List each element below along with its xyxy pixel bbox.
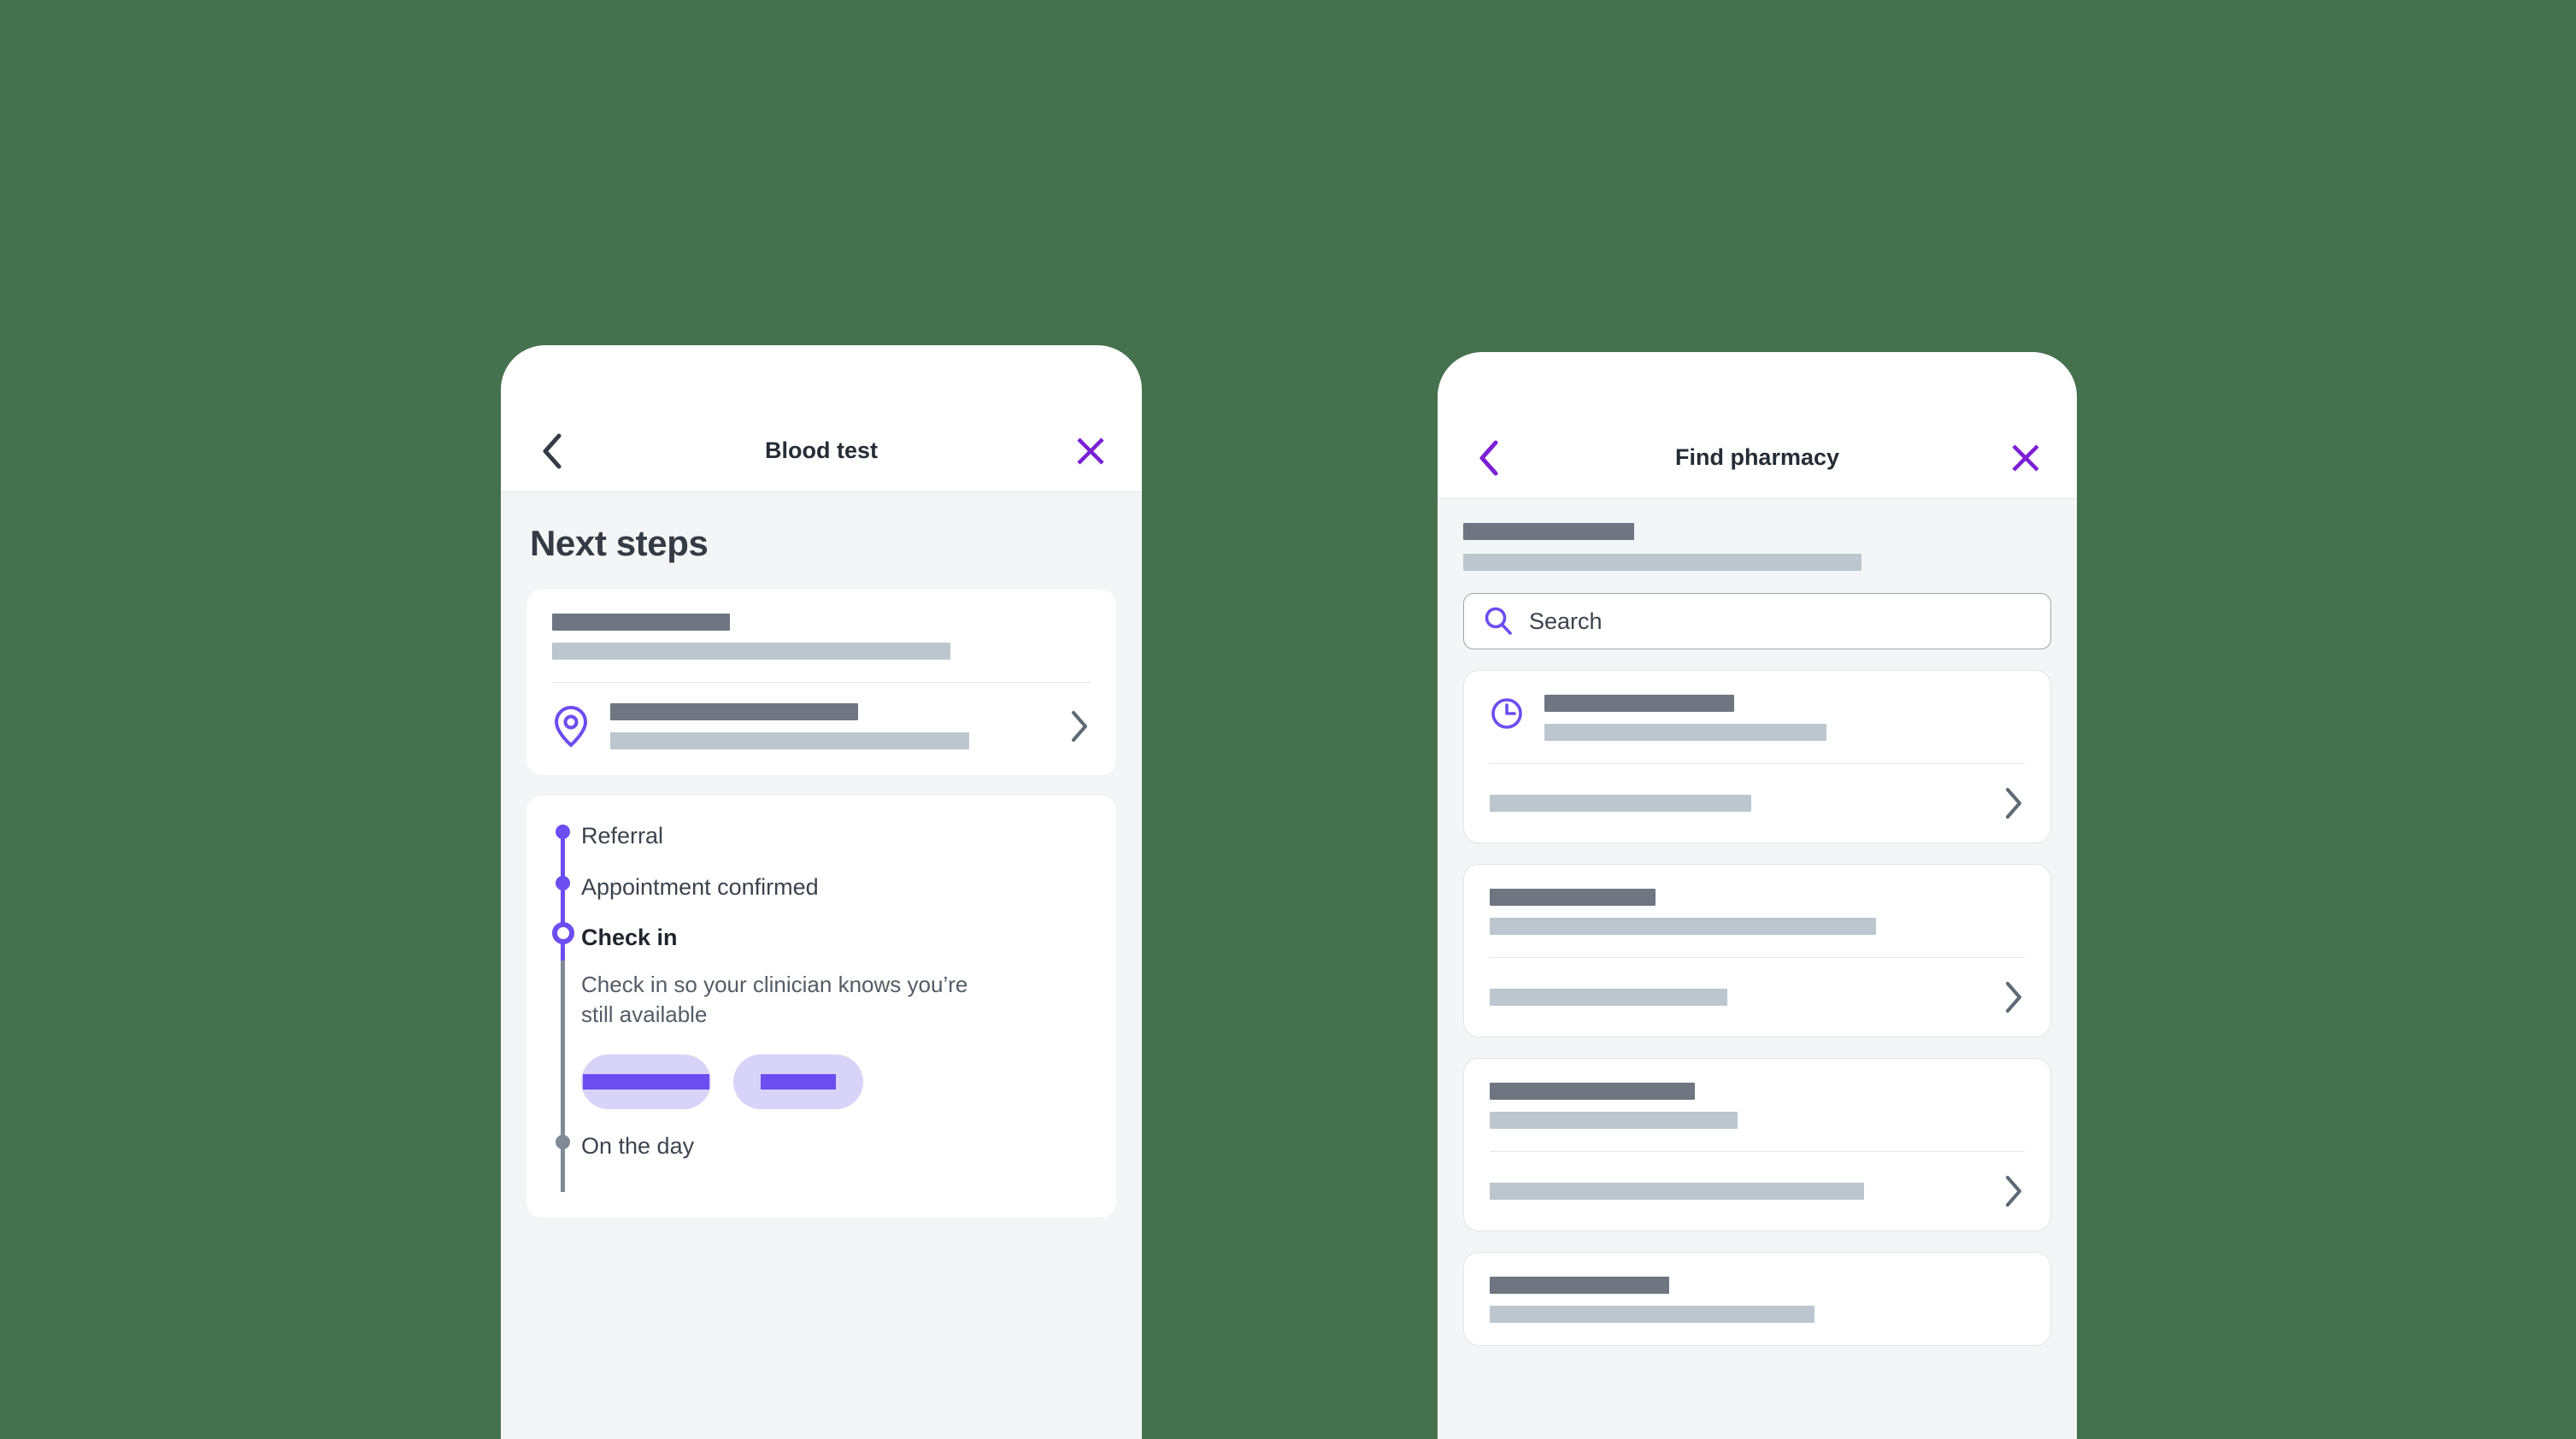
skeleton-title — [552, 614, 730, 631]
appointment-summary — [526, 590, 1116, 682]
timeline-step-label: Referral — [581, 823, 664, 849]
skeleton-subtitle — [552, 643, 950, 660]
skeleton-pharmacy-footer — [1490, 1183, 1864, 1200]
timeline-step-label: Appointment confirmed — [581, 874, 819, 900]
skeleton-pharmacy-detail — [1490, 1112, 1738, 1129]
chevron-right-icon — [2006, 788, 2021, 819]
skeleton-location-name — [610, 703, 858, 720]
chevron-right-icon — [2006, 982, 2021, 1013]
pharmacy-chevron-button[interactable] — [2003, 1174, 2025, 1208]
skeleton-heading — [1463, 523, 1634, 540]
pharmacy-header — [1464, 671, 2050, 763]
chevron-left-icon — [543, 433, 562, 468]
pharmacy-header — [1464, 1059, 2050, 1151]
clock-icon — [1491, 698, 1522, 729]
skeleton-subheading — [1463, 554, 1861, 571]
search-placeholder: Search — [1529, 608, 1603, 634]
button-label-skeleton — [583, 1074, 709, 1090]
close-icon — [2012, 443, 2039, 472]
skeleton-pharmacy-name — [1544, 695, 1734, 712]
skeleton-pharmacy-detail — [1490, 918, 1876, 935]
skeleton-pharmacy-footer — [1490, 795, 1751, 812]
skeleton-pharmacy-detail — [1544, 724, 1826, 741]
page-title: Blood test — [765, 438, 878, 463]
phone-mockup-find-pharmacy: Find pharmacy Search — [1438, 352, 2077, 1439]
timeline-step-check-in: Check in Check in so your clinician know… — [552, 922, 1091, 1136]
back-button[interactable] — [1467, 436, 1511, 480]
timeline-step-appointment-confirmed: Appointment confirmed — [556, 876, 1091, 926]
phone-mockup-blood-test: Blood test Next steps Referral Appointme… — [501, 345, 1142, 1439]
pharmacy-footer — [1464, 958, 2050, 1037]
pharmacy-footer — [1464, 764, 2050, 843]
appointment-card[interactable] — [526, 590, 1116, 775]
pharmacy-chevron-button[interactable] — [2003, 980, 2025, 1014]
close-icon — [1077, 437, 1104, 465]
timeline-step-referral: Referral — [556, 825, 1091, 876]
page-heading: Next steps — [530, 523, 709, 563]
pharmacy-chevron-button[interactable] — [2003, 786, 2025, 820]
chevron-right-icon — [2006, 1176, 2021, 1207]
timeline-card: Referral Appointment confirmed Check in … — [526, 796, 1116, 1219]
navbar-blood-test: Blood test — [501, 410, 1142, 492]
check-in-primary-button[interactable] — [581, 1054, 711, 1110]
chevron-right-icon — [1072, 711, 1087, 742]
navbar-find-pharmacy: Find pharmacy — [1438, 417, 2077, 499]
close-button[interactable] — [2003, 436, 2048, 480]
button-label-skeleton — [761, 1074, 836, 1090]
skeleton-pharmacy-footer — [1490, 989, 1727, 1006]
location-chevron-button[interactable] — [1068, 709, 1091, 743]
timeline-current-marker — [552, 922, 574, 944]
timeline-dot — [556, 1135, 570, 1150]
page-title: Find pharmacy — [1674, 444, 1840, 470]
timeline-step-on-the-day: On the day — [556, 1109, 1091, 1193]
timeline-connector — [561, 1109, 565, 1193]
blood-test-scroll-area[interactable]: Next steps Referral Appointment confirme… — [501, 492, 1142, 1439]
find-pharmacy-scroll-area[interactable]: Search — [1438, 499, 2077, 1439]
pharmacy-result-card[interactable] — [1463, 1252, 2051, 1346]
back-button[interactable] — [530, 429, 574, 473]
check-in-actions — [581, 1054, 1091, 1110]
search-input[interactable]: Search — [1463, 593, 2051, 649]
timeline-dot — [556, 876, 570, 890]
timeline-step-label: Check in — [581, 925, 678, 950]
skeleton-pharmacy-name — [1490, 1083, 1695, 1100]
pharmacy-footer — [1464, 1152, 2050, 1230]
skeleton-pharmacy-name — [1490, 889, 1656, 906]
search-icon — [1485, 607, 1512, 635]
skeleton-pharmacy-name — [1490, 1277, 1669, 1294]
timeline-step-label: On the day — [581, 1133, 695, 1160]
check-in-secondary-button[interactable] — [733, 1054, 863, 1110]
pharmacy-intro-skeleton — [1438, 499, 2077, 593]
timeline-dot — [556, 825, 570, 839]
pharmacy-result-card[interactable] — [1463, 670, 2051, 843]
map-pin-icon — [554, 705, 588, 748]
pharmacy-result-card[interactable] — [1463, 864, 2051, 1037]
chevron-left-icon — [1479, 440, 1498, 475]
location-row[interactable] — [526, 683, 1116, 775]
timeline: Referral Appointment confirmed Check in … — [526, 796, 1116, 1218]
pharmacy-header — [1464, 1253, 2050, 1345]
pharmacy-header — [1464, 865, 2050, 957]
close-button[interactable] — [1068, 429, 1113, 473]
pharmacy-result-card[interactable] — [1463, 1058, 2051, 1231]
skeleton-pharmacy-detail — [1490, 1306, 1814, 1323]
timeline-step-description: Check in so your clinician knows you’re … — [581, 972, 968, 1027]
skeleton-location-address — [610, 732, 969, 749]
